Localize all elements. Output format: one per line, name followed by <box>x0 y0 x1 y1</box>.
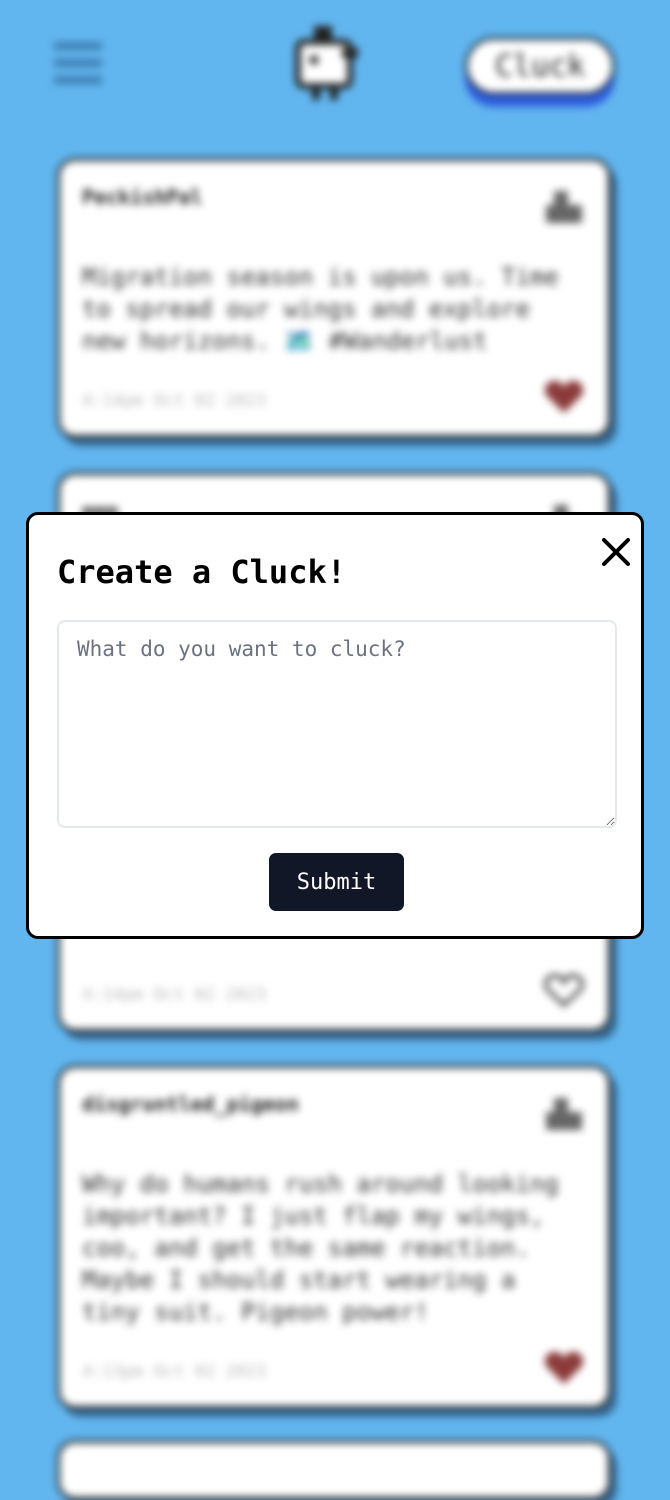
submit-button[interactable]: Submit <box>269 853 404 911</box>
heart-icon[interactable] <box>542 379 586 415</box>
heart-icon[interactable] <box>542 1350 586 1386</box>
post-card <box>57 1440 611 1500</box>
close-icon <box>602 538 630 566</box>
post-text: Why do humans rush around looking import… <box>82 1170 559 1326</box>
chicken-logo-icon <box>295 26 358 100</box>
hamburger-menu-icon[interactable] <box>54 42 102 84</box>
post-timestamp: 4:14pm Oct 02 2023 <box>82 391 267 411</box>
post-username[interactable]: disgruntled_pigeon <box>82 1092 299 1116</box>
post-username[interactable]: PeckishPal <box>82 185 202 209</box>
cluck-button[interactable]: Cluck <box>465 37 615 95</box>
post-timestamp: 4:13pm Oct 02 2023 <box>82 1362 267 1382</box>
post-card: disgruntled_pigeon Why do humans rush ar… <box>57 1065 611 1409</box>
avatar-icon[interactable] <box>542 189 586 225</box>
post-text: Migration season is upon us. Time to spr… <box>82 263 559 355</box>
post-card: PeckishPal Migration season is upon us. … <box>57 158 611 438</box>
create-cluck-modal: Create a Cluck! Submit <box>26 512 644 939</box>
modal-title: Create a Cluck! <box>57 553 346 591</box>
avatar-icon[interactable] <box>542 1096 586 1132</box>
cluck-text-input[interactable] <box>57 620 617 828</box>
close-button[interactable] <box>599 535 633 569</box>
post-timestamp: 4:14pm Oct 02 2023 <box>82 985 267 1005</box>
heart-icon[interactable] <box>542 973 586 1009</box>
